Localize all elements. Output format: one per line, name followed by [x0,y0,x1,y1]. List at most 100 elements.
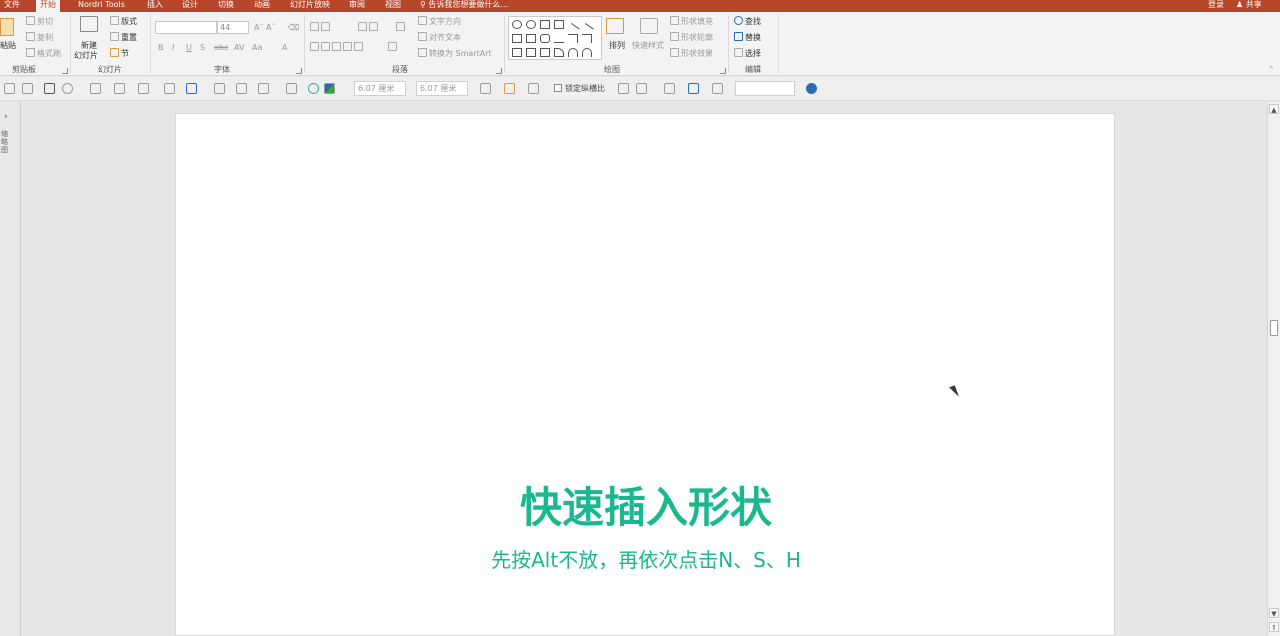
tab-view[interactable]: 视图 [381,0,405,12]
tab-slideshow[interactable]: 幻灯片放映 [286,0,334,12]
tab-design[interactable]: 设计 [178,0,202,12]
smartart-button[interactable]: 转换为 SmartArt [418,48,492,59]
tab-file[interactable]: 文件 [0,0,24,12]
distribute-tool-icon[interactable] [258,83,269,94]
tab-transitions[interactable]: 切换 [214,0,238,12]
shape-rect-icon[interactable] [512,34,522,43]
font-name-field[interactable] [155,21,217,34]
format-painter-button[interactable]: 格式刷 [26,48,61,59]
lock-ratio-checkbox[interactable] [554,84,562,92]
shape-pentagon-icon[interactable] [540,48,550,57]
fill-tool-icon[interactable] [164,83,175,94]
font-color-button[interactable]: A [282,42,287,53]
prev-slide-icon[interactable]: ⇑ [1269,622,1279,632]
vertical-scrollbar[interactable]: ▲ ▼ ⇑ [1267,102,1280,636]
slide-subtitle[interactable]: 先按Alt不放，再依次点击N、S、H [176,544,1116,573]
edit-tool-icon[interactable] [528,83,539,94]
bullets-icon[interactable] [310,22,332,33]
text-tool-icon[interactable] [138,83,149,94]
copy-button[interactable]: 复制 [26,32,53,43]
shadow-button[interactable]: S [200,42,205,53]
tab-nordri-tools[interactable]: Nordri Tools [74,0,129,12]
shape-arc-icon[interactable] [568,48,578,57]
columns-icon[interactable] [388,42,399,53]
eyedropper-icon[interactable] [712,83,723,94]
shapes-gallery[interactable] [508,16,602,60]
selection-tool-icon[interactable] [636,83,647,94]
frame-tool-icon[interactable] [286,83,297,94]
underline-button[interactable]: U [186,42,192,53]
color-fill-icon[interactable] [324,83,335,94]
resize-tool-icon[interactable] [236,83,247,94]
font-size-field[interactable]: 44 [217,21,249,34]
shape-rightarrow-icon[interactable] [512,48,522,57]
shape-tool-icon[interactable] [62,83,73,94]
section-button[interactable]: 节 [110,48,129,59]
shape-downarrow-icon[interactable] [526,48,536,57]
tell-me-box[interactable]: ⚲ 告诉我您想要做什么... [420,0,508,12]
shape-effects-button[interactable]: 形状效果 [670,48,713,59]
scroll-up-icon[interactable]: ▲ [1269,104,1279,114]
font-grow-icon[interactable]: Aˆ Aˇ [254,22,276,33]
shape-vtextbox-icon[interactable] [554,20,564,29]
image-tool-icon[interactable] [480,83,491,94]
swap-tool-icon[interactable] [664,83,675,94]
select-button[interactable]: 选择 [734,48,761,59]
quick-styles-button[interactable] [640,18,660,36]
share-button[interactable]: ♟ 共享 [1236,0,1262,12]
layout-button[interactable]: 版式 [110,16,137,27]
cut-button[interactable]: 剪切 [26,16,53,27]
expand-pane-icon[interactable]: › [4,112,8,122]
shape-textbox-icon[interactable] [540,20,550,29]
shape-insert-icon[interactable] [186,83,197,94]
align-tool-icon[interactable] [44,83,55,94]
new-slide-button[interactable] [80,16,100,34]
folder-tool-icon[interactable] [504,83,515,94]
shape-curve-icon[interactable] [554,48,564,57]
height-field[interactable]: 6.07 厘米 [354,81,406,96]
shape-fill-button[interactable]: 形状填充 [670,16,713,27]
line-spacing-icon[interactable] [396,22,407,33]
tool-icon-1[interactable] [4,83,15,94]
paste-button[interactable] [0,18,16,38]
find-button[interactable]: 查找 [734,16,761,27]
tab-home[interactable]: 开始 [36,0,60,12]
strike-button[interactable]: abc [214,42,228,53]
color-circle-icon[interactable] [308,83,319,94]
shape-arc2-icon[interactable] [582,48,592,57]
shape-roundrect-icon[interactable] [540,34,550,43]
align-text-button[interactable]: 对齐文本 [418,32,461,43]
style-select[interactable] [735,81,795,96]
italic-button[interactable]: I [172,42,174,53]
replace-button[interactable]: 替换 [734,32,761,43]
arrange-button[interactable] [606,18,626,36]
crop-tool-icon[interactable] [214,83,225,94]
clipboard-launcher-icon[interactable] [62,68,68,74]
text-direction-button[interactable]: 文字方向 [418,16,461,27]
clear-format-icon[interactable]: ⌫ [288,22,299,33]
slide-canvas[interactable]: 快速插入形状 先按Alt不放，再依次点击N、S、H [175,113,1115,636]
case-button[interactable]: Aa [252,42,262,53]
collapse-ribbon-icon[interactable]: ⌃ [1268,64,1275,75]
scroll-down-icon[interactable]: ▼ [1269,608,1279,618]
palette-icon[interactable] [806,83,817,94]
width-field[interactable]: 6.07 厘米 [416,81,468,96]
spacing-button[interactable]: AV [234,42,244,53]
reset-button[interactable]: 重置 [110,32,137,43]
shape-triangle-icon[interactable] [554,34,564,43]
tab-review[interactable]: 审阅 [345,0,369,12]
align-buttons[interactable] [310,42,365,53]
drawing-launcher-icon[interactable] [720,68,726,74]
shape-oval-icon[interactable] [526,20,536,29]
shape-outline-button[interactable]: 形状轮廓 [670,32,713,43]
shape-rect2-icon[interactable] [526,34,536,43]
shape-smiley-icon[interactable] [512,20,522,29]
bold-button[interactable]: B [158,42,164,53]
slide-title[interactable]: 快速插入形状 [176,474,1116,535]
copy-tool-icon[interactable] [688,83,699,94]
shape-elbow2-icon[interactable] [582,34,592,43]
font-launcher-icon[interactable] [296,68,302,74]
login-link[interactable]: 登录 [1208,0,1224,12]
paragraph-launcher-icon[interactable] [496,68,502,74]
tool-icon-2[interactable] [22,83,33,94]
